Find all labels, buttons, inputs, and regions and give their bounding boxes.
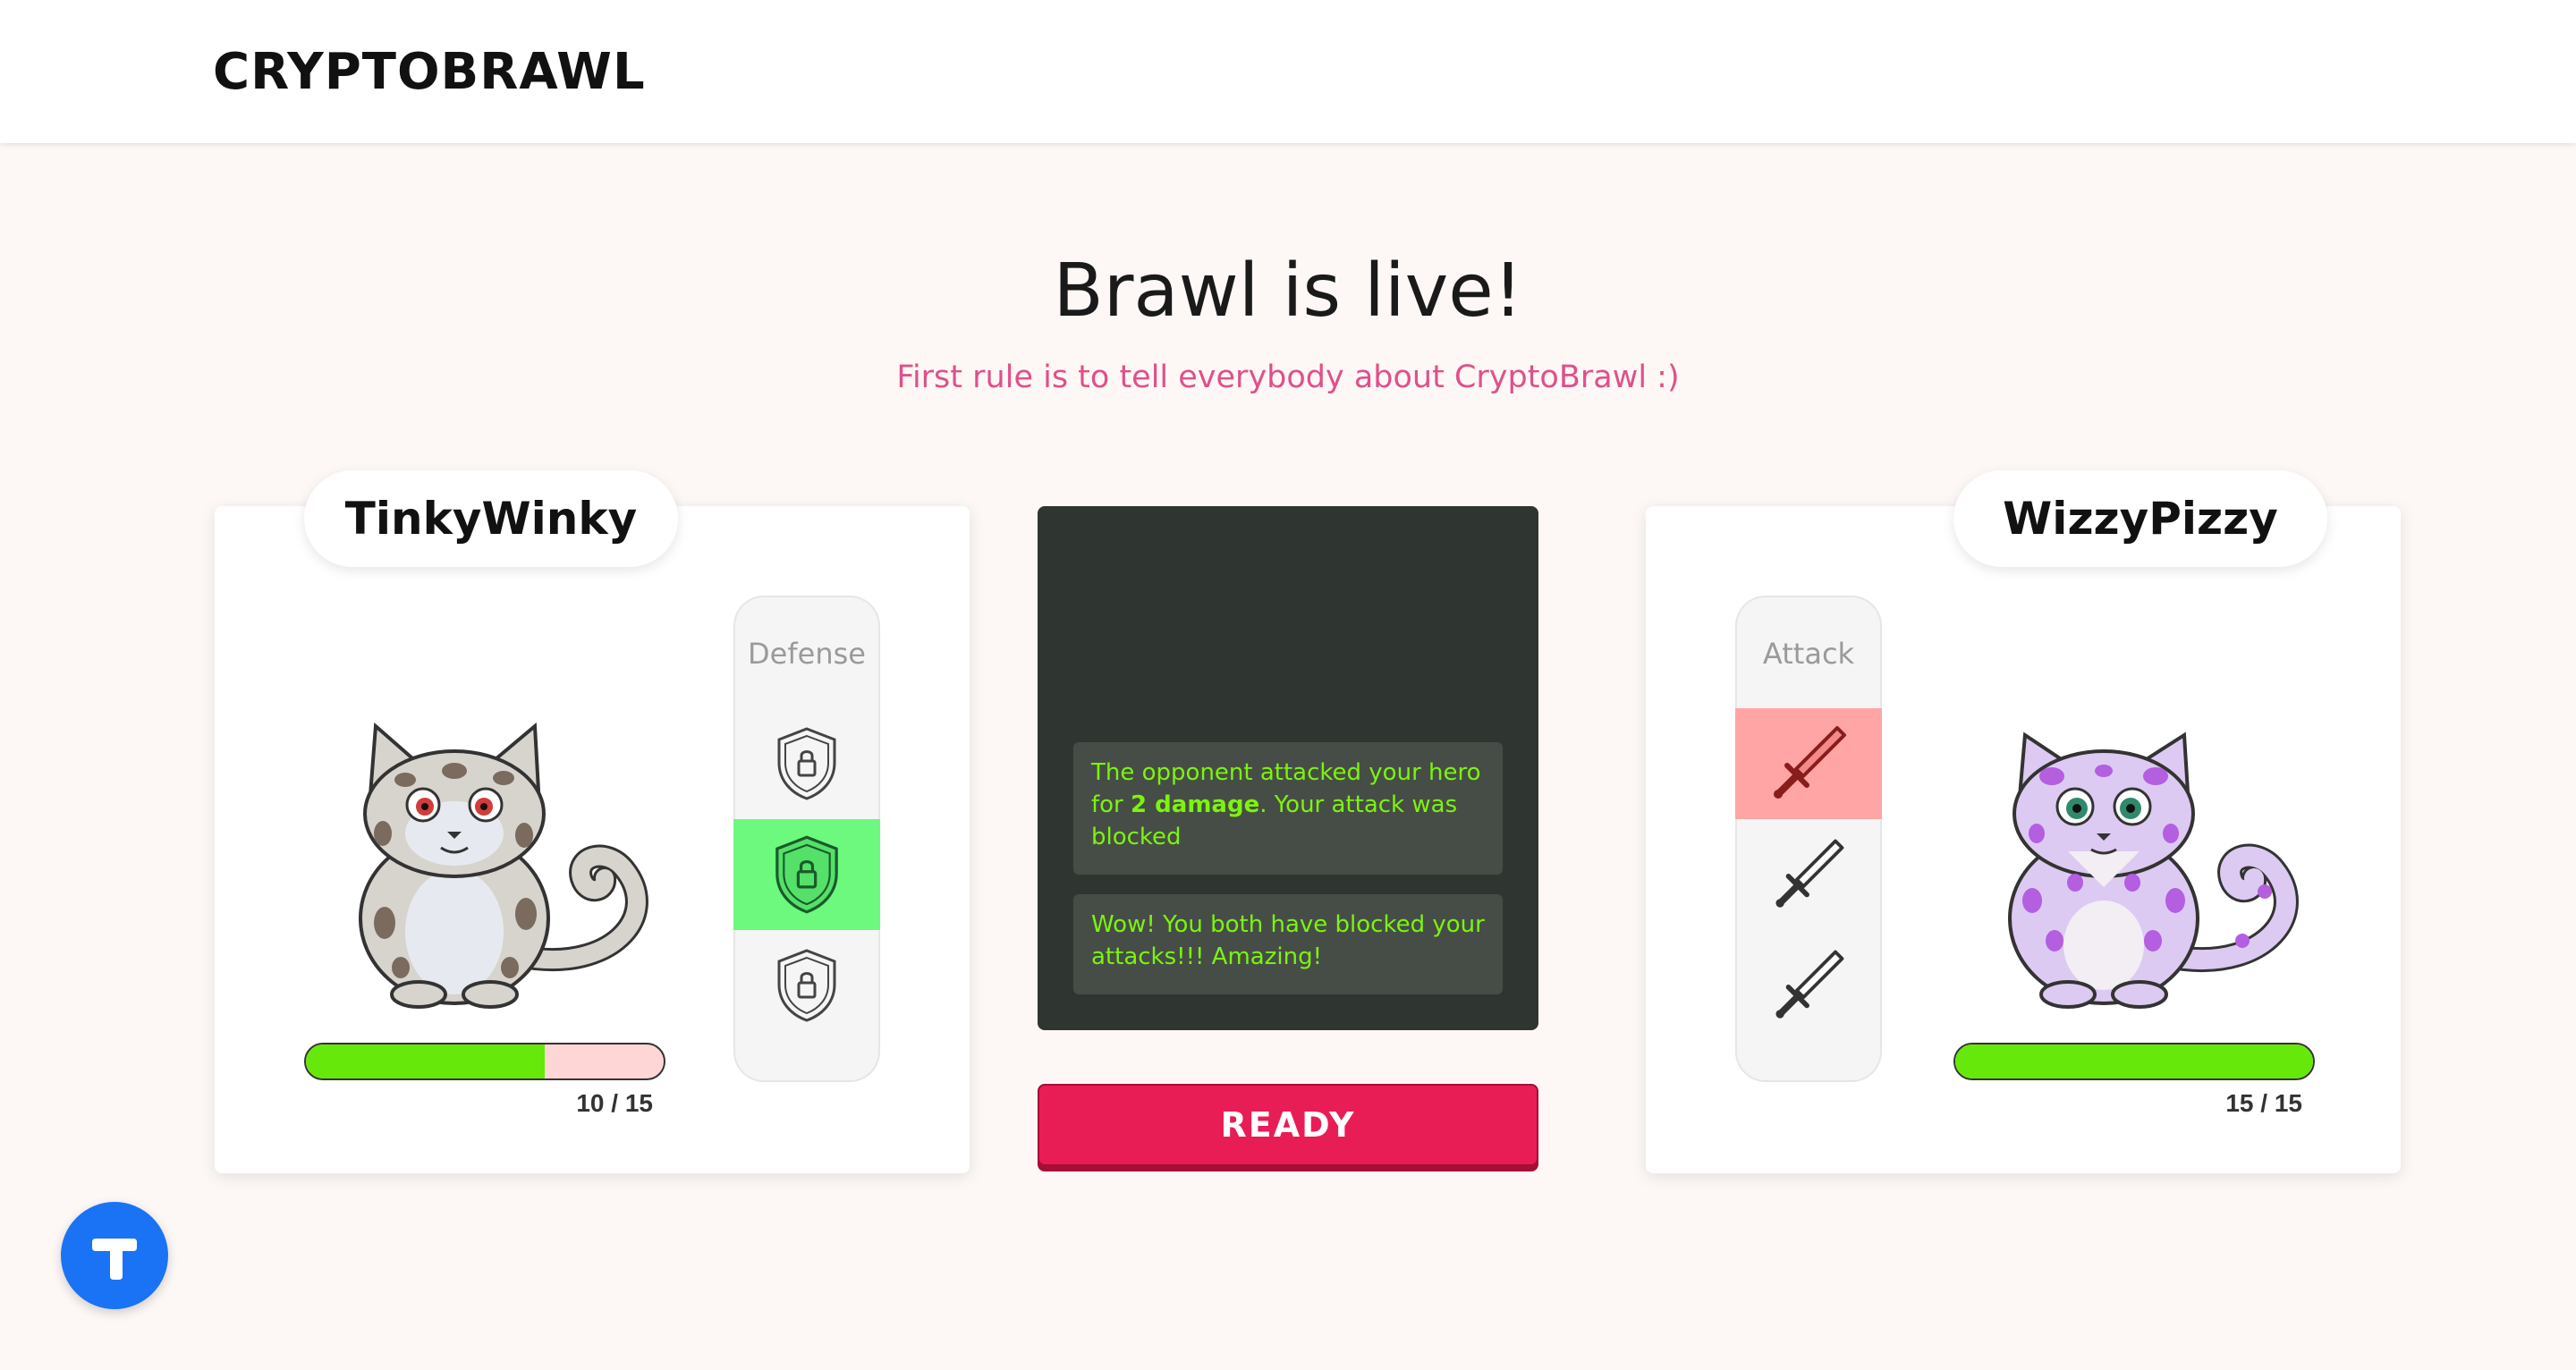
shield-lock-icon	[777, 949, 836, 1022]
sword-icon	[1775, 950, 1844, 1019]
defense-slot-1[interactable]	[733, 708, 880, 819]
shield-lock-icon	[777, 727, 836, 800]
t-logo-icon	[92, 1239, 137, 1280]
battle-log: The opponent attacked your hero for 2 da…	[1038, 506, 1538, 1030]
ready-button[interactable]: READY	[1038, 1084, 1538, 1166]
attack-slot-2[interactable]	[1735, 819, 1882, 930]
player-cat-avatar	[320, 699, 660, 1021]
floating-app-button[interactable]	[61, 1202, 168, 1309]
log-message: Wow! You both have blocked your attacks!…	[1073, 894, 1503, 994]
shield-lock-icon	[775, 835, 838, 914]
opponent-hp-fill	[1955, 1044, 2313, 1078]
top-header: CRYPTOBRAWL	[0, 0, 2576, 143]
attack-label: Attack	[1762, 637, 1855, 671]
attack-column: Attack	[1735, 596, 1882, 1082]
opponent-name: WizzyPizzy	[1953, 470, 2327, 567]
player-hp-fill	[306, 1044, 545, 1078]
player-hp-text: 10 / 15	[576, 1089, 653, 1117]
player-hp-bar	[304, 1043, 665, 1080]
player-name: TinkyWinky	[304, 470, 678, 567]
page-title: Brawl is live!	[1053, 249, 1523, 334]
app-logo[interactable]: CRYPTOBRAWL	[213, 43, 646, 101]
log-message: The opponent attacked your hero for 2 da…	[1073, 742, 1503, 875]
sword-icon	[1775, 839, 1844, 908]
attack-slot-3[interactable]	[1735, 930, 1882, 1041]
defense-column: Defense	[733, 596, 880, 1082]
opponent-card: WizzyPizzy Attack 15 / 15	[1646, 470, 2401, 1173]
player-card: TinkyWinky Defense 10 / 15	[215, 470, 970, 1173]
opponent-hp-text: 15 / 15	[2225, 1089, 2302, 1117]
defense-label: Defense	[748, 637, 866, 671]
opponent-hp-bar	[1953, 1043, 2315, 1080]
attack-slot-1-selected[interactable]	[1735, 708, 1882, 819]
opponent-cat-avatar	[1970, 699, 2309, 1021]
defense-slot-3[interactable]	[733, 930, 880, 1041]
page-subtitle: First rule is to tell everybody about Cr…	[896, 359, 1680, 395]
sword-icon	[1774, 726, 1846, 799]
defense-slot-2-selected[interactable]	[733, 819, 880, 930]
